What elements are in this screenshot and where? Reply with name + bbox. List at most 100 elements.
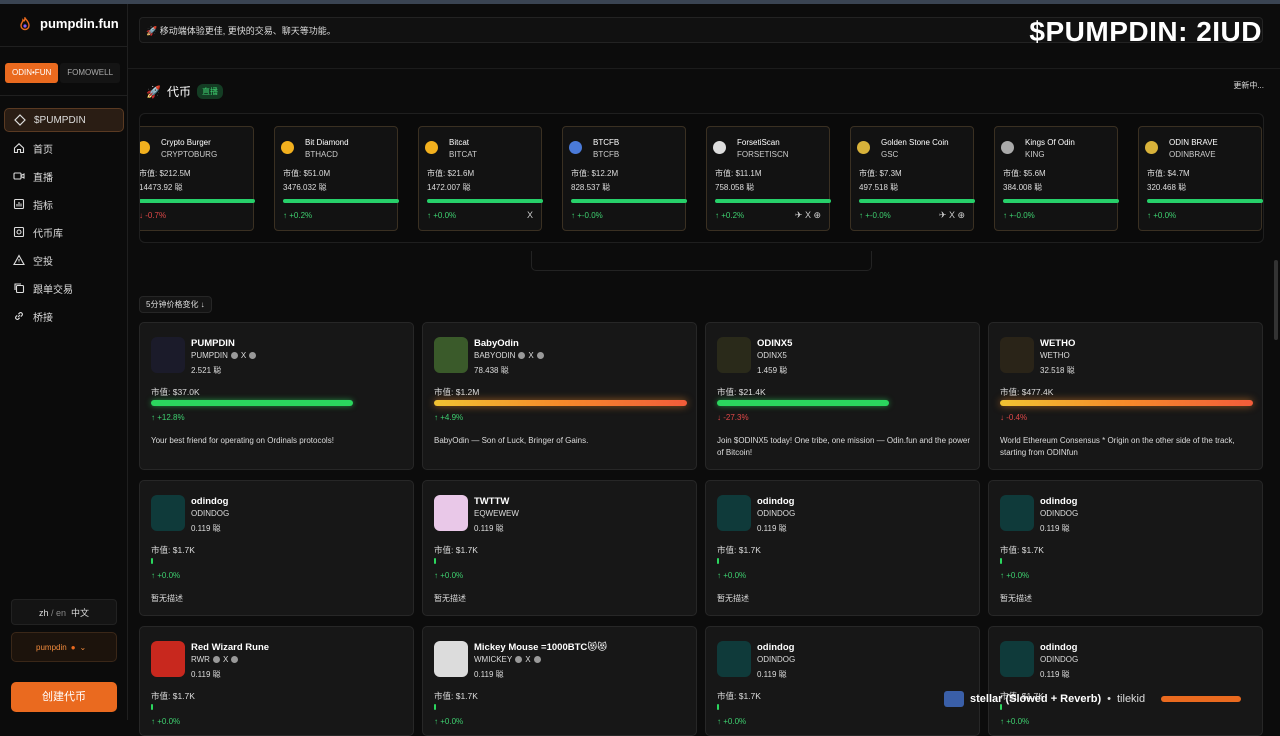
platform-tabs: ODIN•FUN FOMOWELL	[5, 63, 121, 83]
globe-icon[interactable]	[533, 656, 541, 663]
language-switcher[interactable]: zh / en 中文	[11, 599, 117, 625]
lang-en[interactable]: en	[56, 608, 66, 618]
token-description: World Ethereum Consensus * Origin on the…	[1000, 436, 1235, 457]
sidebar-item-copy-trading[interactable]: 跟单交易	[4, 276, 124, 300]
token-price: 497.518 聪	[859, 183, 899, 192]
chart-icon	[13, 198, 25, 210]
sidebar-item-metrics[interactable]: 指标	[4, 192, 124, 216]
market-cap: 市值: $212.5M	[139, 169, 191, 178]
ticker-scroll-handle[interactable]	[531, 251, 872, 271]
token-price: 828.537 聪	[571, 183, 611, 192]
token-icon	[1145, 141, 1158, 154]
track-title: stellar (Slowed + Reverb)	[970, 693, 1102, 705]
globe-icon[interactable]	[536, 352, 544, 359]
create-token-button[interactable]: 创建代币	[11, 682, 117, 712]
token-card[interactable]: odindog ODINDOG 0.119 聪市值: $1.7K ↑ +0.0% 暂无描…	[988, 480, 1263, 616]
token-avatar	[151, 337, 185, 373]
link-icon	[15, 312, 23, 320]
token-card[interactable]: WETHO WETHO 32.518 聪市值: $477.4K ↓ -0.4% Worl…	[988, 322, 1263, 470]
track-progress[interactable]	[1161, 696, 1242, 702]
token-icon	[425, 141, 438, 154]
sidebar-nav: $PUMPDIN 首页 直播 指标 代币库 空投 跟单交易 桥接	[4, 108, 124, 332]
token-name: odindog	[1040, 642, 1078, 653]
token-price: 1472.007 聪	[427, 183, 471, 192]
sidebar-item-library[interactable]: 代币库	[4, 220, 124, 244]
album-thumbnail	[944, 691, 964, 707]
price-change: ↓ -0.4%	[1000, 413, 1028, 422]
ticker-card[interactable]: Kings Of Odin KING 市值: $5.6M 384.008 聪 ↑ +-0…	[994, 126, 1119, 231]
token-symbol-row: WETHO	[1040, 351, 1070, 360]
progress-bar	[427, 199, 543, 203]
token-symbol: FORSETISCN	[737, 150, 789, 159]
ticker-card[interactable]: Bitcat BITCAT 市值: $21.6M 1472.007 聪 ↑ +0.0% X	[418, 126, 543, 231]
globe-icon[interactable]	[249, 352, 257, 359]
market-cap: 市值: $51.0M	[283, 169, 331, 178]
market-cap: 市值: $1.2M	[434, 387, 480, 397]
token-card[interactable]: TWTTW EQWEWEW 0.119 聪市值: $1.7K ↑ +0.0% 暂无描述	[422, 480, 697, 616]
social-links[interactable]: ✈ X ⊕	[795, 210, 821, 221]
divider	[0, 46, 128, 47]
sidebar-item-airdrop[interactable]: 空投	[4, 248, 124, 272]
page-scrollbar[interactable]	[1274, 260, 1278, 340]
token-symbol: ODINDOG	[757, 509, 796, 518]
token-symbol-row: ODINDOG	[757, 655, 795, 664]
token-card[interactable]: ODINX5 ODINX5 1.459 聪市值: $21.4K ↓ -27.3% Joi…	[705, 322, 980, 470]
token-symbol: RWR	[191, 655, 210, 664]
lang-zh[interactable]: zh	[39, 608, 49, 618]
x-icon[interactable]: X	[525, 655, 530, 664]
social-links[interactable]: ✈ X ⊕	[939, 210, 965, 221]
token-price: 3476.032 聪	[283, 183, 327, 192]
price-change: ↑ +0.0%	[427, 211, 457, 220]
bonding-progress-bar	[717, 400, 889, 406]
ticker-card[interactable]: BTCFB BTCFB 市值: $12.2M 828.537 聪 ↑ +-0.0%	[562, 126, 687, 231]
sidebar-item-bridge[interactable]: 桥接	[4, 304, 124, 328]
token-card[interactable]: PUMPDIN PUMPDIN X 2.521 聪市值: $37.0K ↑ +12.8%…	[139, 322, 414, 470]
tab-fomowell[interactable]: FOMOWELL	[60, 63, 121, 83]
token-symbol-row: ODINDOG	[1040, 655, 1078, 664]
token-price: 78.438 聪	[474, 366, 509, 375]
token-symbol: BTCFB	[593, 150, 620, 159]
x-icon[interactable]: X	[241, 351, 246, 360]
token-name: ForsetiScan	[737, 138, 780, 147]
user-menu-button[interactable]: pumpdin ● ⌄	[11, 632, 117, 662]
ticker-card[interactable]: ODIN BRAVE ODINBRAVE 市值: $4.7M 320.468 聪 ↑ +…	[1138, 126, 1263, 231]
token-card[interactable]: BabyOdin BABYODIN X 78.438 聪市值: $1.2M ↑ +4.9…	[422, 322, 697, 470]
globe-icon[interactable]	[231, 656, 239, 663]
sort-select[interactable]: 5分钟价格变化 ↓	[139, 296, 212, 313]
lang-separator: /	[50, 608, 54, 618]
token-description: 暂无描述	[717, 594, 749, 603]
flame-icon: ●	[70, 642, 76, 652]
ticker-card[interactable]: Golden Stone Coin GSC 市值: $7.3M 497.518 聪 ↑ …	[850, 126, 975, 231]
progress-bar	[715, 199, 831, 203]
sidebar-item-home[interactable]: 首页	[4, 136, 124, 160]
price-change: ↑ +-0.0%	[571, 211, 603, 220]
token-avatar	[434, 641, 468, 677]
username: pumpdin	[36, 642, 67, 652]
token-price: 14473.92 聪	[139, 183, 183, 192]
token-name: odindog	[1040, 496, 1078, 507]
sidebar-item-pumpdin[interactable]: $PUMPDIN	[4, 108, 124, 132]
x-icon[interactable]: X	[223, 655, 228, 664]
price-change: ↑ +-0.0%	[1003, 211, 1035, 220]
token-card[interactable]: odindog ODINDOG 0.119 聪市值: $1.7K ↑ +0.0% 暂无描…	[139, 480, 414, 616]
ticker-card[interactable]: ForsetiScan FORSETISCN 市值: $11.1M 758.058 聪…	[706, 126, 831, 231]
social-links[interactable]: X	[527, 210, 533, 220]
token-price: 320.468 聪	[1147, 183, 1187, 192]
token-icon	[281, 141, 294, 154]
token-price: 0.119 聪	[1040, 670, 1070, 679]
ticker-card[interactable]: Crypto Burger CRYPTOBURG 市值: $212.5M 14473.…	[139, 126, 255, 231]
token-icon	[857, 141, 870, 154]
verified-icon	[518, 352, 526, 359]
token-symbol-row: EQWEWEW	[474, 509, 519, 518]
token-card[interactable]: odindog ODINDOG 0.119 聪市值: $1.7K ↑ +0.0% 暂无描…	[705, 480, 980, 616]
x-icon[interactable]: X	[528, 351, 533, 360]
token-name: WETHO	[1040, 338, 1076, 349]
token-description: 暂无描述	[1000, 594, 1032, 603]
token-price: 1.459 聪	[757, 366, 788, 375]
app-logo[interactable]: pumpdin.fun	[18, 16, 119, 31]
sidebar-item-live[interactable]: 直播	[4, 164, 124, 188]
verified-icon	[212, 656, 220, 663]
ticker-card[interactable]: Bit Diamond BTHACD 市值: $51.0M 3476.032 聪 ↑ +…	[274, 126, 399, 231]
price-change: ↑ +0.0%	[1000, 717, 1030, 726]
tab-odinfun[interactable]: ODIN•FUN	[5, 63, 59, 83]
